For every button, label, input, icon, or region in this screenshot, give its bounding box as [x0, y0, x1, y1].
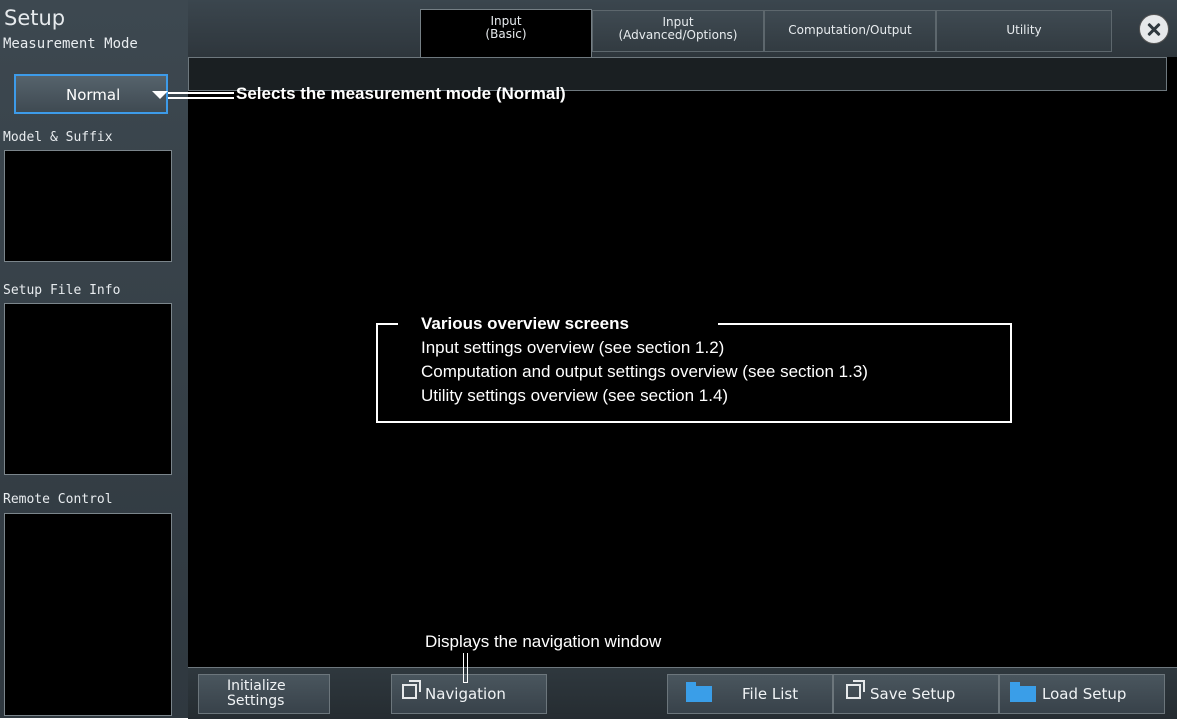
save-setup-button[interactable]: Save Setup: [833, 674, 999, 714]
tab-label: Computation/Output: [788, 23, 912, 37]
file-list-button[interactable]: File List: [667, 674, 833, 714]
overview-line-computation: Computation and output settings overview…: [421, 362, 868, 381]
page-title: Setup: [4, 6, 66, 30]
setup-file-info-label: Setup File Info: [3, 283, 121, 298]
folder-icon: [1010, 682, 1036, 702]
close-icon[interactable]: [1139, 14, 1169, 44]
save-setup-label: Save Setup: [870, 685, 956, 703]
mode-callout-line: [168, 92, 234, 94]
model-suffix-box: [4, 150, 172, 262]
tab-label: Utility: [1006, 23, 1042, 37]
initialize-settings-button[interactable]: Initialize Settings: [198, 674, 330, 714]
tab-computation-output[interactable]: Computation/Output: [764, 10, 936, 52]
overview-line-utility: Utility settings overview (see section 1…: [421, 386, 729, 405]
load-setup-label: Load Setup: [1042, 685, 1127, 703]
navigation-callout-line: [463, 653, 468, 683]
overview-title: Various overview screens: [421, 314, 629, 333]
tab-input-basic[interactable]: Input (Basic): [420, 9, 592, 57]
tab-utility[interactable]: Utility: [936, 10, 1112, 52]
measurement-mode-value: Normal: [66, 86, 121, 104]
overview-box-top-right: [718, 323, 1012, 325]
external-link-icon: [402, 680, 421, 699]
setup-screen: Setup Measurement Mode Normal Model & Su…: [0, 0, 1177, 719]
load-setup-button[interactable]: Load Setup: [999, 674, 1165, 714]
left-panel: Setup Measurement Mode Normal Model & Su…: [0, 0, 188, 718]
overview-box-top-left: [376, 323, 398, 325]
file-list-label: File List: [742, 685, 799, 703]
tab-label-line2: (Advanced/Options): [618, 28, 738, 42]
navigation-label: Navigation: [425, 685, 506, 703]
folder-icon: [686, 682, 712, 702]
navigation-button[interactable]: Navigation: [391, 674, 547, 714]
mode-callout-line: [168, 97, 234, 99]
tab-input-advanced[interactable]: Input (Advanced/Options): [592, 10, 764, 52]
initialize-label-line2: Settings: [227, 693, 285, 709]
external-link-icon: [846, 680, 865, 699]
mode-callout-text: Selects the measurement mode (Normal): [236, 84, 566, 103]
navigation-callout-text: Displays the navigation window: [425, 632, 662, 651]
overview-line-input: Input settings overview (see section 1.2…: [421, 338, 725, 357]
dropdown-caret-icon: [152, 91, 168, 99]
model-suffix-label: Model & Suffix: [3, 130, 113, 145]
setup-file-info-box: [4, 303, 172, 475]
remote-control-box: [4, 513, 172, 716]
tab-label-line2: (Basic): [485, 27, 527, 41]
measurement-mode-dropdown[interactable]: Normal: [14, 74, 168, 114]
tab-bar: Input (Basic) Input (Advanced/Options) C…: [188, 0, 1177, 57]
bottom-toolbar: Initialize Settings Navigation File List…: [188, 667, 1177, 719]
remote-control-label: Remote Control: [3, 492, 113, 507]
measurement-mode-label: Measurement Mode: [3, 36, 138, 52]
initialize-label-line1: Initialize: [227, 678, 286, 694]
